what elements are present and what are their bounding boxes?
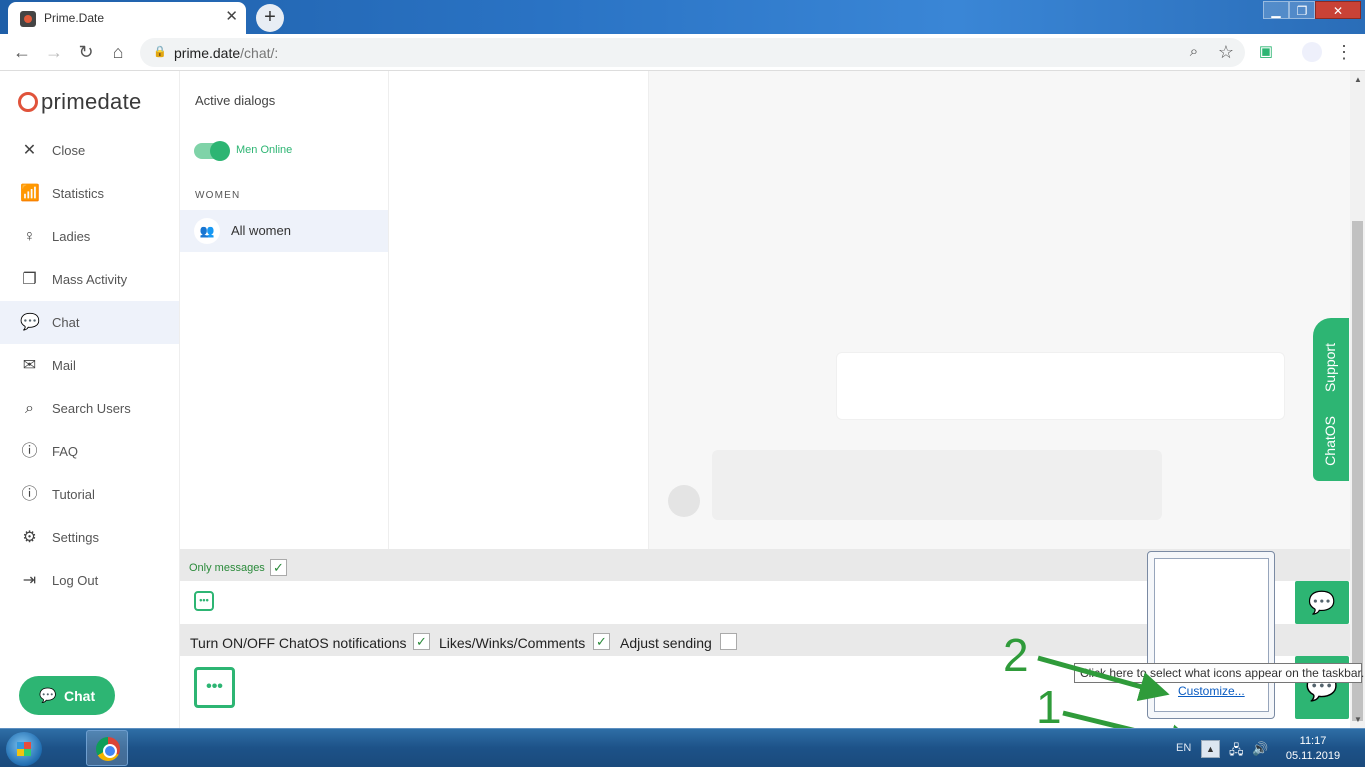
show-hidden-icons-button[interactable]: ▲ [1201,740,1220,758]
volume-icon[interactable]: 🔊 [1252,741,1268,757]
annotation-one: 1 [1036,681,1062,733]
taskbar-chrome-button[interactable] [86,730,128,766]
language-indicator[interactable]: EN [1176,742,1191,754]
windows-taskbar: EN ▲ 🖧 🔊 11:17 05.11.2019 [0,728,1365,767]
annotation-arrows [1037,655,1200,754]
clock-time: 11:17 [1299,735,1327,747]
chrome-icon [96,737,120,761]
network-icon[interactable]: 🖧 [1229,741,1244,763]
taskbar-clock[interactable]: 11:17 05.11.2019 [1280,734,1346,764]
clock-date: 05.11.2019 [1285,750,1341,762]
start-button[interactable] [6,732,42,766]
windows-logo-icon [17,742,31,756]
annotation-two: 2 [1003,629,1029,681]
